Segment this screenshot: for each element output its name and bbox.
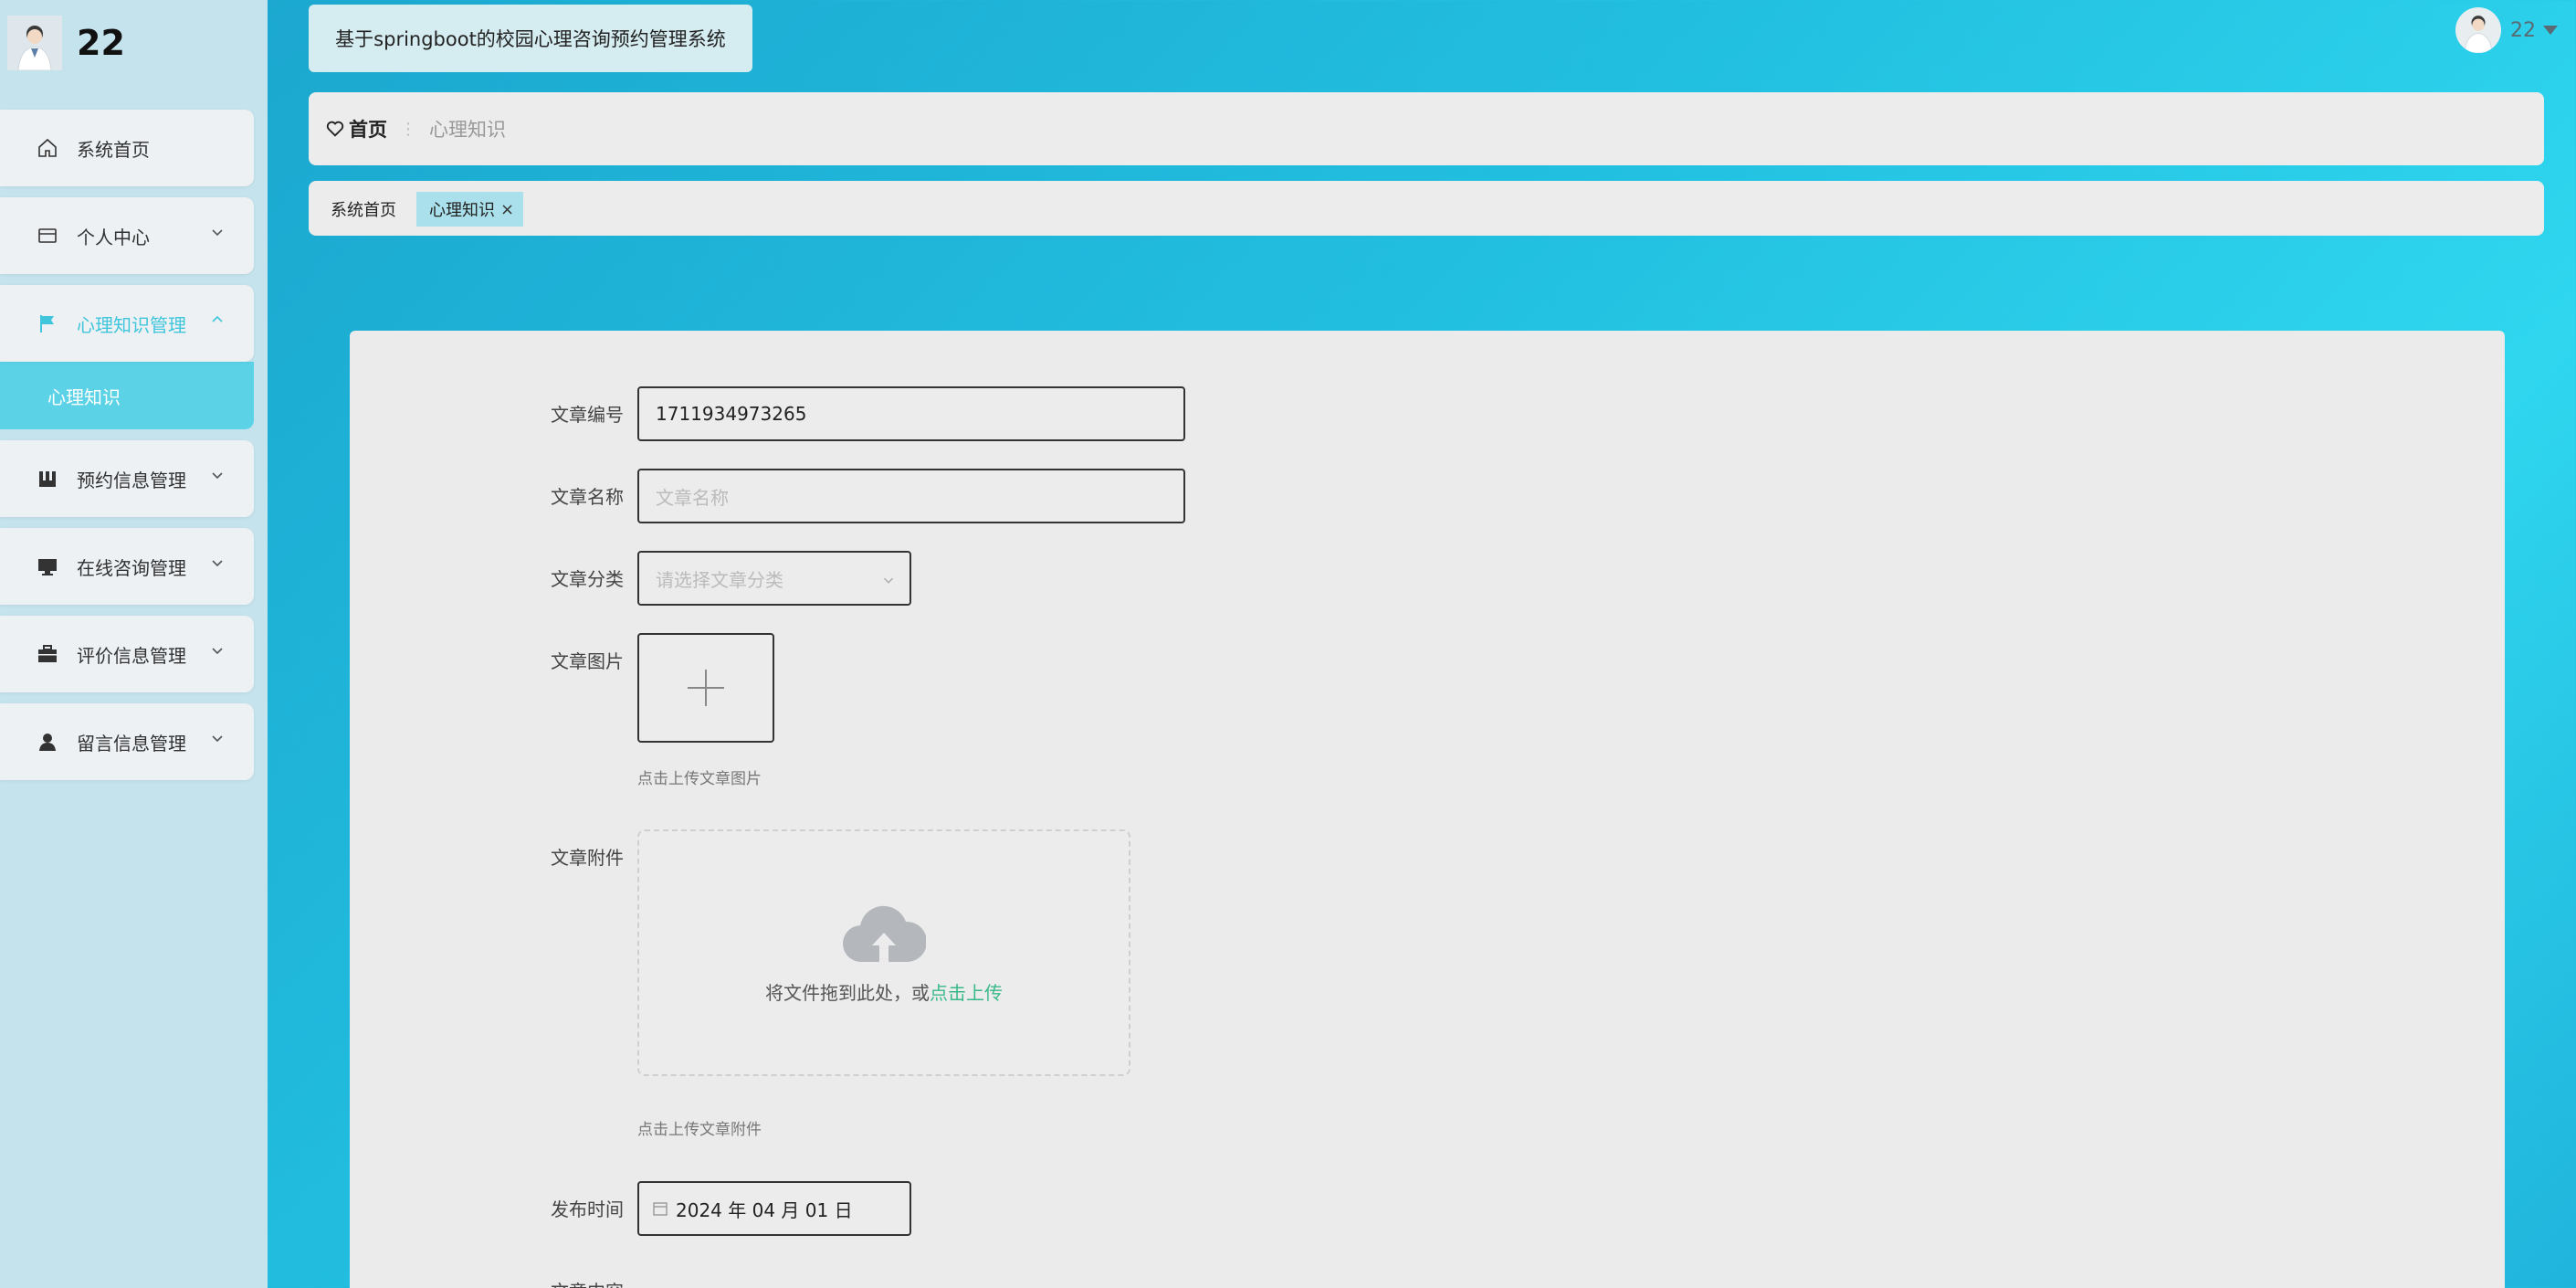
- sidebar-item-home[interactable]: 系统首页: [0, 110, 254, 186]
- tab-home[interactable]: 系统首页: [318, 192, 409, 227]
- sidebar-item-knowledge-mgmt[interactable]: 心理知识管理: [0, 285, 254, 362]
- wallet-icon: [35, 223, 60, 248]
- sidebar-subitem-label: 心理知识: [47, 385, 121, 408]
- publish-time-input[interactable]: 2024 年 04 月 01 日: [637, 1181, 911, 1236]
- sidebar: 22 系统首页 个人中心 心理知识管理 心理知识 预约信息管理 在线咨询管理 评…: [0, 0, 268, 1288]
- calendar-icon: [652, 1200, 668, 1217]
- briefcase-icon: [35, 641, 60, 667]
- plus-icon: [688, 670, 724, 706]
- heart-icon: [326, 121, 344, 137]
- form-card: 文章编号 1711934973265 文章名称 文章名称 文章分类 请选择文章分…: [350, 331, 2505, 1288]
- chevron-down-icon: [208, 223, 226, 241]
- article-name-input[interactable]: 文章名称: [637, 469, 1185, 523]
- home-icon: [35, 135, 60, 161]
- cloud-upload-icon: [842, 905, 926, 962]
- article-attachment-label: 文章附件: [551, 847, 624, 869]
- sidebar-item-label: 留言信息管理: [77, 732, 186, 755]
- chevron-down-icon: [208, 729, 226, 747]
- attachment-upload-hint: 点击上传文章附件: [637, 1121, 762, 1139]
- monitor-icon: [35, 554, 60, 579]
- chevron-down-icon: [208, 641, 226, 660]
- breadcrumb-current: 心理知识: [429, 119, 506, 141]
- flag-icon: [35, 311, 60, 336]
- user-menu[interactable]: 22: [2455, 7, 2558, 53]
- publish-time-label: 发布时间: [551, 1198, 624, 1220]
- attachment-drop-zone[interactable]: 将文件拖到此处，或点击上传: [637, 829, 1130, 1076]
- breadcrumb-separator: ⋮: [400, 119, 416, 139]
- sidebar-item-label: 心理知识管理: [77, 313, 186, 336]
- tab-knowledge[interactable]: 心理知识 ×: [416, 192, 524, 227]
- close-icon[interactable]: ×: [500, 200, 514, 219]
- click-upload-link[interactable]: 点击上传: [930, 982, 1003, 1004]
- sidebar-header: 22: [7, 16, 125, 70]
- sidebar-item-appointment-mgmt[interactable]: 预约信息管理: [0, 440, 254, 517]
- article-category-label: 文章分类: [551, 568, 624, 590]
- image-upload-hint: 点击上传文章图片: [637, 770, 762, 788]
- article-no-input[interactable]: 1711934973265: [637, 386, 1185, 441]
- tabs-bar: 系统首页 心理知识 ×: [309, 181, 2544, 236]
- chevron-down-icon: [208, 554, 226, 572]
- app-title-box: 基于springboot的校园心理咨询预约管理系统: [309, 5, 752, 72]
- sidebar-item-personal-center[interactable]: 个人中心: [0, 197, 254, 274]
- article-name-label: 文章名称: [551, 486, 624, 508]
- chevron-up-icon: [208, 311, 226, 329]
- article-no-label: 文章编号: [551, 404, 624, 426]
- breadcrumb-home[interactable]: 首页: [325, 115, 387, 143]
- caret-down-icon[interactable]: [2543, 26, 2558, 35]
- app-title: 基于springboot的校园心理咨询预约管理系统: [335, 28, 726, 50]
- tab-label: 心理知识: [429, 201, 495, 220]
- submenu: 心理知识: [0, 362, 254, 429]
- publish-time-value: 2024 年 04 月 01 日: [676, 1198, 853, 1221]
- image-upload-button[interactable]: [637, 633, 774, 743]
- article-no-value: 1711934973265: [656, 403, 807, 425]
- tab-label: 系统首页: [331, 201, 396, 220]
- article-category-placeholder: 请选择文章分类: [656, 568, 783, 591]
- chevron-down-icon: [208, 466, 226, 484]
- sidebar-item-consult-mgmt[interactable]: 在线咨询管理: [0, 528, 254, 605]
- sidebar-subitem-knowledge[interactable]: 心理知识: [0, 362, 254, 429]
- user-name[interactable]: 22: [2510, 19, 2536, 42]
- chevron-down-icon: [880, 571, 897, 593]
- sidebar-user-title: 22: [77, 23, 125, 63]
- article-image-label: 文章图片: [551, 650, 624, 672]
- sidebar-item-label: 预约信息管理: [77, 469, 186, 491]
- sidebar-item-label: 个人中心: [77, 226, 150, 248]
- article-content-label: 文章内容: [350, 1277, 624, 1288]
- drop-text-main: 将文件拖到此处，或: [765, 981, 930, 1004]
- sidebar-item-label: 系统首页: [77, 138, 150, 161]
- calendar-icon: [35, 466, 60, 491]
- article-name-placeholder: 文章名称: [656, 486, 729, 509]
- sidebar-item-label: 在线咨询管理: [77, 556, 186, 579]
- sidebar-menu: 系统首页 个人中心 心理知识管理 心理知识 预约信息管理 在线咨询管理 评价信息…: [0, 110, 254, 791]
- breadcrumb-home-label: 首页: [349, 119, 387, 141]
- sidebar-item-review-mgmt[interactable]: 评价信息管理: [0, 616, 254, 692]
- sidebar-item-label: 评价信息管理: [77, 644, 186, 667]
- article-category-select[interactable]: 请选择文章分类: [637, 551, 911, 606]
- breadcrumb: 首页 ⋮ 心理知识: [309, 92, 2544, 165]
- sidebar-item-message-mgmt[interactable]: 留言信息管理: [0, 703, 254, 780]
- avatar[interactable]: [2455, 7, 2501, 53]
- avatar: [7, 16, 62, 70]
- user-icon: [35, 729, 60, 755]
- drop-text: 将文件拖到此处，或点击上传: [765, 978, 1003, 1005]
